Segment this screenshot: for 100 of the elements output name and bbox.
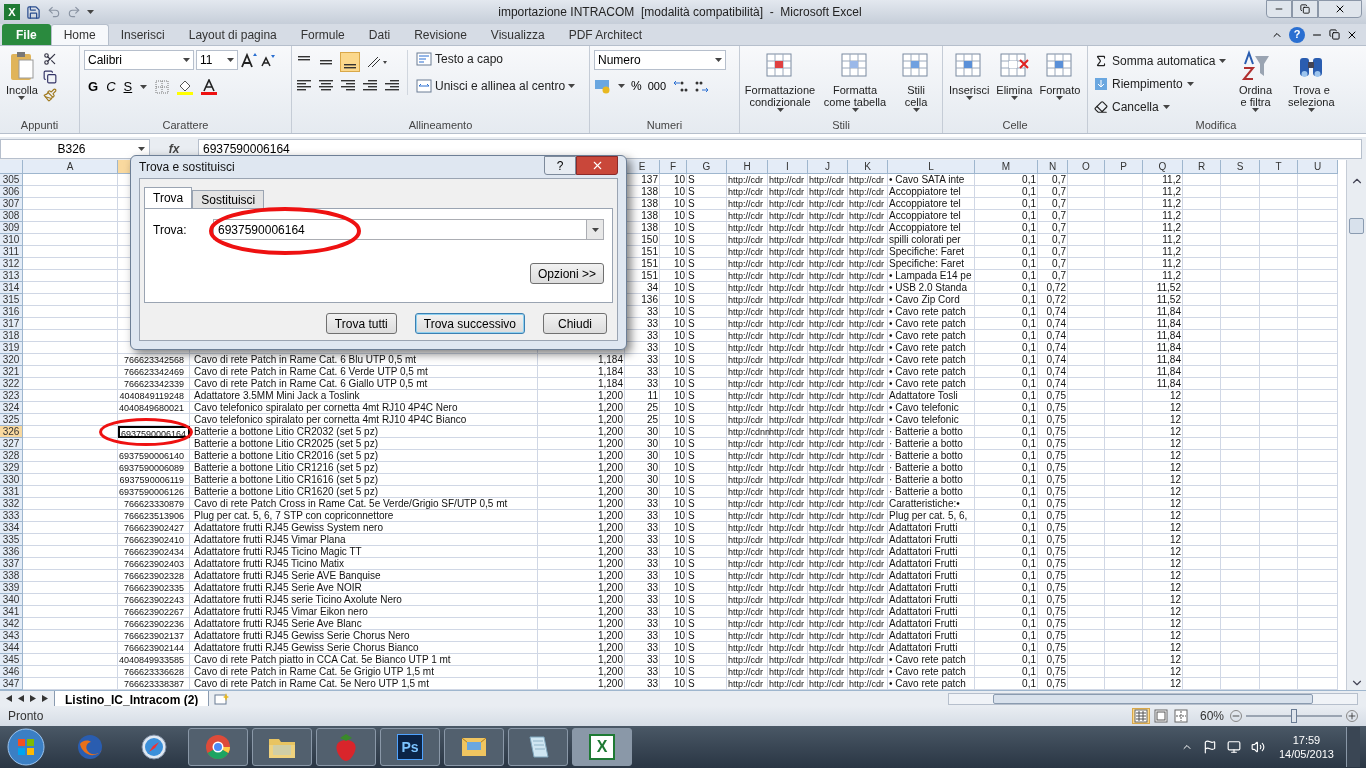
dialog-button[interactable]: Trova tutti [325, 313, 397, 334]
column-header[interactable]: U [1298, 160, 1338, 174]
network-icon[interactable] [1226, 740, 1241, 754]
flag-icon[interactable] [1202, 740, 1217, 754]
column-header[interactable]: S [1221, 160, 1260, 174]
row-header[interactable]: 313 [0, 270, 23, 282]
ribbon-button[interactable]: Trova e seleziona [1284, 50, 1338, 112]
row-header[interactable]: 306 [0, 186, 23, 198]
decrease-decimal-icon[interactable] [694, 79, 711, 93]
column-header[interactable]: J [808, 160, 848, 174]
view-button[interactable] [1151, 708, 1170, 724]
increase-decimal-icon[interactable] [672, 79, 689, 93]
font-color-icon[interactable] [201, 78, 218, 95]
column-header[interactable]: F [660, 160, 687, 174]
thousands-button[interactable]: 000 [647, 77, 667, 95]
volume-icon[interactable] [1250, 740, 1265, 754]
start-button[interactable] [6, 727, 46, 767]
row-header[interactable]: 320 [0, 354, 23, 366]
row-header[interactable]: 329 [0, 462, 23, 474]
name-box[interactable]: B326 [0, 138, 150, 159]
horizontal-scrollbar[interactable] [948, 692, 1358, 705]
row-header[interactable]: 340 [0, 594, 23, 606]
ribbon-tab[interactable]: Dati [356, 24, 403, 45]
autosum-button[interactable]: Somma automatica [1094, 52, 1227, 70]
show-desktop-button[interactable] [1346, 727, 1360, 767]
ribbon-tab[interactable]: Home [50, 24, 109, 45]
row-header[interactable]: 310 [0, 234, 23, 246]
options-button[interactable]: Opzioni >> [530, 263, 604, 284]
row-header[interactable]: 315 [0, 294, 23, 306]
find-field[interactable]: 6937590006164 [213, 219, 604, 240]
view-button[interactable] [1131, 708, 1150, 724]
grow-font-icon[interactable] [240, 52, 258, 68]
formula-field[interactable]: 6937590006164 [198, 138, 1362, 159]
row-header[interactable]: 345 [0, 654, 23, 666]
row-header[interactable]: 312 [0, 258, 23, 270]
dialog-button[interactable]: Trova successivo [414, 313, 525, 334]
underline-button[interactable]: S [123, 77, 133, 97]
align-bottom-button[interactable] [340, 52, 360, 72]
row-header[interactable]: 338 [0, 570, 23, 582]
row-header[interactable]: 342 [0, 618, 23, 630]
column-header[interactable]: I [768, 160, 808, 174]
dialog-tab[interactable]: Sostituisci [192, 190, 265, 208]
row-header[interactable]: 323 [0, 390, 23, 402]
dropdown-button[interactable] [586, 220, 603, 239]
shrink-font-icon[interactable] [260, 53, 276, 67]
row-header[interactable]: 344 [0, 642, 23, 654]
row-header[interactable]: 343 [0, 630, 23, 642]
save-icon[interactable] [26, 4, 41, 20]
ribbon-button[interactable]: Stili cella [894, 50, 938, 112]
ribbon-button[interactable]: Incolla [4, 50, 40, 100]
row-header[interactable]: 325 [0, 414, 23, 426]
row-header[interactable]: 314 [0, 282, 23, 294]
row-header[interactable]: 309 [0, 222, 23, 234]
column-header[interactable]: T [1260, 160, 1298, 174]
scrollbar-thumb[interactable] [1349, 218, 1364, 234]
clock[interactable]: 17:59 14/05/2013 [1278, 733, 1334, 761]
row-header[interactable]: 316 [0, 306, 23, 318]
column-header[interactable]: Q [1143, 160, 1183, 174]
help-icon[interactable]: ? [1289, 26, 1305, 43]
taskbar-button[interactable] [188, 728, 248, 766]
row-header[interactable]: 337 [0, 558, 23, 570]
zoom-slider-thumb[interactable] [1291, 709, 1297, 723]
row-header[interactable]: 319 [0, 342, 23, 354]
row-header[interactable]: 346 [0, 666, 23, 678]
bold-button[interactable]: G [88, 77, 99, 97]
column-header[interactable]: E [625, 160, 660, 174]
row-header[interactable]: 335 [0, 534, 23, 546]
row-header[interactable]: 305 [0, 174, 23, 186]
dialog-tab[interactable]: Trova [144, 187, 193, 208]
italic-button[interactable]: C [106, 77, 116, 97]
column-header[interactable]: L [888, 160, 975, 174]
restore-button[interactable] [1292, 0, 1318, 18]
column-header[interactable]: N [1038, 160, 1068, 174]
ribbon-tab[interactable]: Visualizza [478, 24, 557, 45]
row-header[interactable]: 326 [0, 426, 23, 438]
column-header[interactable]: K [848, 160, 888, 174]
zoom-in-icon[interactable] [1346, 710, 1358, 722]
column-header[interactable]: A [23, 160, 118, 174]
font-name-field[interactable]: Calibri [84, 50, 194, 70]
ribbon-button[interactable]: Formatta come tabella [819, 50, 891, 112]
zoom-level[interactable]: 60% [1199, 707, 1224, 725]
help-button[interactable]: ? [544, 156, 576, 175]
taskbar-button[interactable]: Ps [380, 728, 440, 766]
taskbar-button[interactable]: X [572, 728, 632, 766]
fill-button[interactable]: Riempimento [1094, 75, 1227, 93]
row-header[interactable]: 321 [0, 366, 23, 378]
view-button[interactable] [1171, 708, 1190, 724]
row-header[interactable]: 341 [0, 606, 23, 618]
row-header[interactable]: 311 [0, 246, 23, 258]
column-header[interactable]: G [687, 160, 727, 174]
ribbon-tab[interactable]: Layout di pagina [176, 24, 289, 45]
row-header[interactable]: 307 [0, 198, 23, 210]
ribbon-button[interactable]: Inserisci [947, 50, 992, 100]
ribbon-tab[interactable]: Inserisci [108, 24, 177, 45]
cut-icon[interactable] [42, 52, 57, 66]
row-header[interactable]: 336 [0, 546, 23, 558]
column-header[interactable]: H [727, 160, 768, 174]
merge-center-button[interactable]: Unisci e allinea al centro [416, 77, 576, 95]
copy-icon[interactable] [42, 70, 57, 84]
row-header[interactable]: 328 [0, 450, 23, 462]
